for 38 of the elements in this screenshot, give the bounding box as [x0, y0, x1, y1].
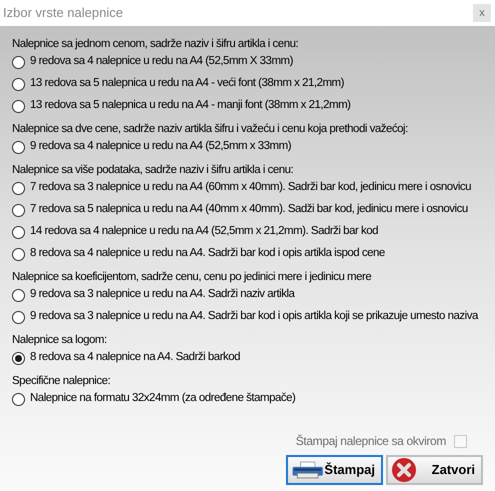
print-button[interactable]: Štampaj	[286, 455, 383, 485]
group-label: Nalepnice sa dve cene, sadrže naziv artikla šifru i važeću i cenu koja prethodi važećoj:	[12, 122, 408, 137]
radio-button[interactable]	[12, 352, 25, 364]
radio-button[interactable]	[12, 100, 25, 112]
checkbox-label: Štampaj nalepnice sa okvirom	[296, 433, 446, 450]
group-label: Specifične nalepnice:	[12, 374, 110, 389]
radio-label[interactable]: 7 redova sa 3 nalepnice u redu na A4 (60mm x 40mm). Sadrži bar kod, jedinicu mere i osnovicu	[30, 179, 472, 197]
group-label: Nalepnice sa jednom cenom, sadrže naziv i šifru artikla i cenu:	[12, 37, 298, 52]
radio-label[interactable]: 9 redova sa 3 nalepnice u redu na A4. Sadrži bar kod i opis artikla koji se prikazuje umesto naziva	[30, 308, 478, 326]
printer-icon	[291, 459, 324, 481]
radio-button[interactable]	[12, 392, 25, 406]
radio-button[interactable]	[12, 226, 25, 238]
radio-label[interactable]: 9 redova sa 4 nalepnice u redu na A4 (52,5mm x 33mm)	[30, 138, 292, 156]
close-button[interactable]: Zatvori	[386, 455, 483, 485]
radio-button[interactable]	[12, 248, 25, 260]
group-label: Nalepnice sa više podataka, sadrže naziv i šifru artikla i cenu:	[12, 163, 294, 178]
window-title: Izbor vrste nalepnice	[3, 4, 123, 22]
close-button[interactable]: x	[473, 4, 491, 22]
radio-button[interactable]	[12, 204, 25, 216]
radio-button[interactable]	[12, 78, 25, 90]
group-label: Nalepnice sa logom:	[12, 333, 107, 348]
radio-button[interactable]	[12, 310, 25, 324]
radio-button[interactable]	[12, 56, 25, 68]
radio-label[interactable]: 9 redova sa 3 nalepnice u redu na A4. Sadrži naziv artikla	[30, 286, 294, 304]
radio-label[interactable]: 14 redova sa 4 nalepnice u redu na A4 (52,5mm x 21,2mm). Sadrži bar kod	[30, 223, 378, 241]
radio-label[interactable]: Nalepnice na formatu 32x24mm (za određene štampače)	[30, 390, 296, 408]
group-label: Nalepnice sa koeficijentom, sadrže cenu, cenu po jedinici mere i jedinicu mere	[12, 270, 372, 285]
frame-checkbox[interactable]	[454, 434, 467, 448]
radio-button[interactable]	[12, 288, 25, 302]
radio-label[interactable]: 13 redova sa 5 nalepnica u redu na A4 - manji font (38mm x 21,2mm)	[30, 97, 350, 115]
radio-label[interactable]: 9 redova sa 4 nalepnice u redu na A4 (52,5mm X 33mm)	[30, 53, 293, 71]
radio-button[interactable]	[12, 140, 25, 154]
radio-label[interactable]: 8 redova sa 4 nalepnice na A4. Sadrži barkod	[30, 349, 240, 367]
radio-label[interactable]: 7 redova sa 5 nalepnica u redu na A4 (40mm x 40mm). Sadži bar kod, jedinicu mere i osnovicu	[30, 201, 468, 219]
radio-label[interactable]: 13 redova sa 5 nalepnica u redu na A4 - veći font (38mm x 21,2mm)	[30, 75, 344, 93]
radio-button[interactable]	[12, 182, 25, 194]
close-icon	[391, 457, 417, 483]
radio-label[interactable]: 8 redova sa 4 nalepnice u redu na A4. Sadrži bar kod i opis artikla ispod cene	[30, 245, 385, 263]
